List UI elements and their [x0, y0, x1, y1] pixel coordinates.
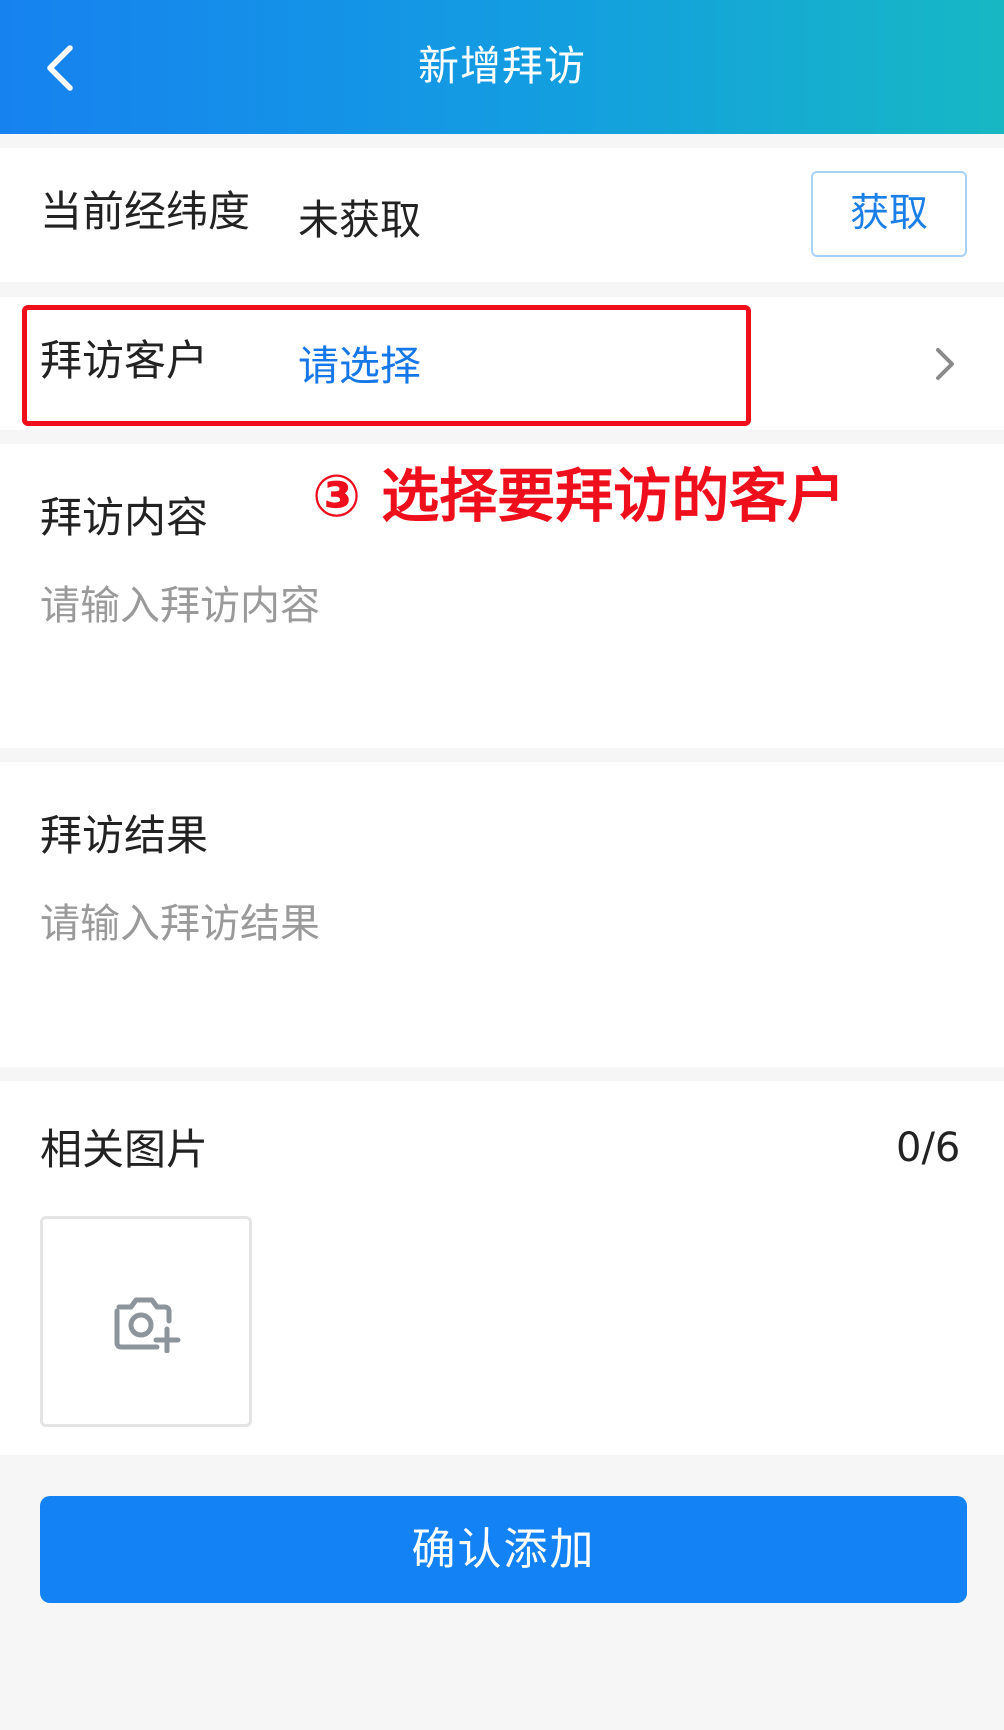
nav-header: 新增拜访	[0, 0, 1004, 134]
visit-content-label: 拜访内容	[40, 493, 209, 542]
camera-plus-icon	[114, 1297, 181, 1353]
images-count: 0/6	[896, 1125, 961, 1171]
location-label: 当前经纬度	[40, 187, 251, 236]
confirm-add-button[interactable]: 确认添加	[40, 1496, 967, 1603]
annotation-hint: ③ 选择要拜访的客户	[312, 462, 846, 530]
images-label: 相关图片	[40, 1125, 209, 1174]
location-value: 未获取	[298, 196, 421, 244]
chevron-right-icon	[936, 348, 954, 380]
visit-result-input[interactable]	[40, 896, 960, 1006]
new-visit-page: 新增拜访 当前经纬度 未获取 获取 拜访客户 请选择 拜访内容 ③ 选择要拜访的…	[0, 0, 1004, 1730]
visit-result-label: 拜访结果	[40, 811, 209, 860]
visit-content-input[interactable]	[40, 578, 960, 688]
page-title: 新增拜访	[418, 42, 586, 90]
get-location-button[interactable]: 获取	[811, 171, 967, 257]
customer-label: 拜访客户	[40, 336, 209, 385]
image-upload-button[interactable]	[40, 1216, 252, 1427]
customer-select[interactable]: 请选择	[298, 338, 421, 394]
